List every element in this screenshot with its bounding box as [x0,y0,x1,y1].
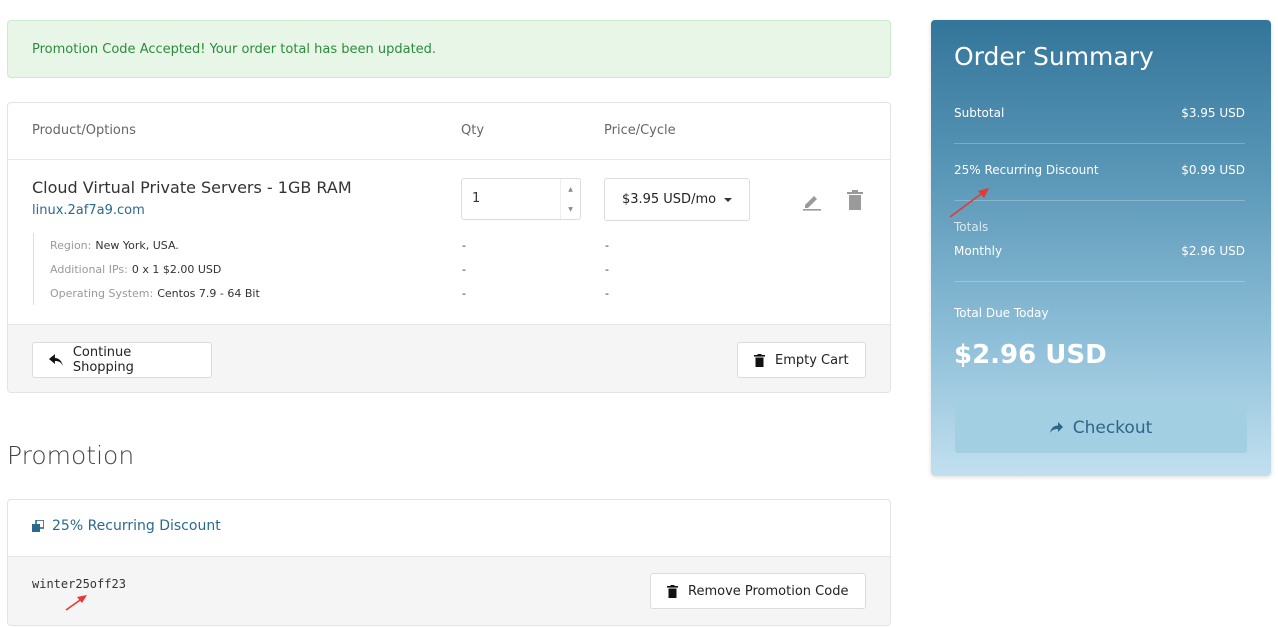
quantity-value: 1 [472,191,481,206]
product-domain[interactable]: linux.2af7a9.com [32,203,145,218]
billing-cycle-dropdown[interactable]: $3.95 USD/mo [604,178,750,221]
total-due-value: $2.96 USD [954,340,1107,370]
total-due-label: Total Due Today [954,306,1049,320]
option-value: New York, USA. [95,238,179,252]
subtotal-label: Subtotal [954,106,1005,120]
product-title: Cloud Virtual Private Servers - 1GB RAM [32,178,352,197]
monthly-label: Monthly [954,244,1003,258]
header-price: Price/Cycle [604,123,676,138]
order-summary-title: Order Summary [954,42,1154,71]
header-product: Product/Options [32,123,136,138]
quantity-stepper[interactable]: ▲ ▼ [560,179,580,219]
billing-cycle-value: $3.95 USD/mo [621,192,717,207]
promo-success-alert: Promotion Code Accepted! Your order tota… [7,20,891,78]
option-qty: - [462,262,466,276]
option-qty: - [462,238,466,252]
cart-header: Product/Options Qty Price/Cycle [8,103,890,160]
option-row: Additional IPs: 0 x 1 $2.00 USD [50,257,260,281]
promotion-panel: 25% Recurring Discount winter25off23 Rem… [7,499,891,626]
option-price: - [605,262,609,276]
promotion-body: winter25off23 Remove Promotion Code [8,556,890,625]
ticket-icon [32,520,44,532]
option-label: Region: [50,238,92,252]
monthly-value: $2.96 USD [1181,244,1245,258]
caret-down-icon [724,197,733,202]
option-label: Additional IPs: [50,262,128,276]
promo-code: winter25off23 [32,577,126,591]
trash-icon[interactable] [847,190,863,210]
option-qty-column: - - - [462,233,466,305]
totals-label: Totals [954,220,989,234]
discount-label: 25% Recurring Discount [954,163,1099,177]
promotion-title-text: 25% Recurring Discount [52,518,221,534]
option-row: Region: New York, USA. [50,233,260,257]
reply-arrow-icon [49,354,63,366]
empty-cart-button[interactable]: Empty Cart [737,342,866,378]
continue-shopping-button[interactable]: Continue Shopping [32,342,212,378]
promotion-heading: Promotion [7,441,135,470]
remove-promotion-button[interactable]: Remove Promotion Code [650,573,866,609]
option-price: - [605,238,609,252]
subtotal-row: Subtotal $3.95 USD [954,106,1245,120]
checkout-button[interactable]: Checkout [955,402,1247,453]
annotation-arrow-icon [65,595,87,611]
trash-icon [667,584,678,598]
trash-icon [754,353,765,367]
cart-footer: Continue Shopping Empty Cart [8,324,890,392]
promotion-title: 25% Recurring Discount [32,518,221,534]
option-qty: - [462,286,466,300]
option-price: - [605,286,609,300]
summary-divider [954,281,1245,282]
discount-row: 25% Recurring Discount $0.99 USD [954,163,1245,177]
edit-icon[interactable] [802,191,822,211]
option-label: Operating System: [50,286,154,300]
discount-value: $0.99 USD [1181,163,1245,177]
stepper-up-icon[interactable]: ▲ [568,186,573,193]
alert-message: Promotion Code Accepted! Your order tota… [32,41,437,57]
stepper-down-icon[interactable]: ▼ [568,206,573,213]
cart-table: Product/Options Qty Price/Cycle Cloud Vi… [7,102,891,393]
product-options: Region: New York, USA. Additional IPs: 0… [33,233,260,305]
summary-divider [954,143,1245,144]
quantity-input[interactable]: 1 ▲ ▼ [461,178,581,220]
subtotal-value: $3.95 USD [1181,106,1245,120]
option-price-column: - - - [605,233,609,305]
share-arrow-icon [1049,422,1063,433]
checkout-label: Checkout [1072,417,1153,438]
option-row: Operating System: Centos 7.9 - 64 Bit [50,281,260,305]
order-summary-panel: Order Summary Subtotal $3.95 USD 25% Rec… [931,20,1271,476]
continue-shopping-label: Continue Shopping [72,345,134,375]
option-value: 0 x 1 $2.00 USD [131,262,222,276]
annotation-arrow-icon [949,188,989,218]
remove-promotion-label: Remove Promotion Code [688,583,849,599]
monthly-row: Monthly $2.96 USD [954,244,1245,258]
option-value: Centos 7.9 - 64 Bit [157,286,260,300]
summary-divider [954,200,1245,201]
header-qty: Qty [461,123,485,138]
empty-cart-label: Empty Cart [775,352,849,368]
